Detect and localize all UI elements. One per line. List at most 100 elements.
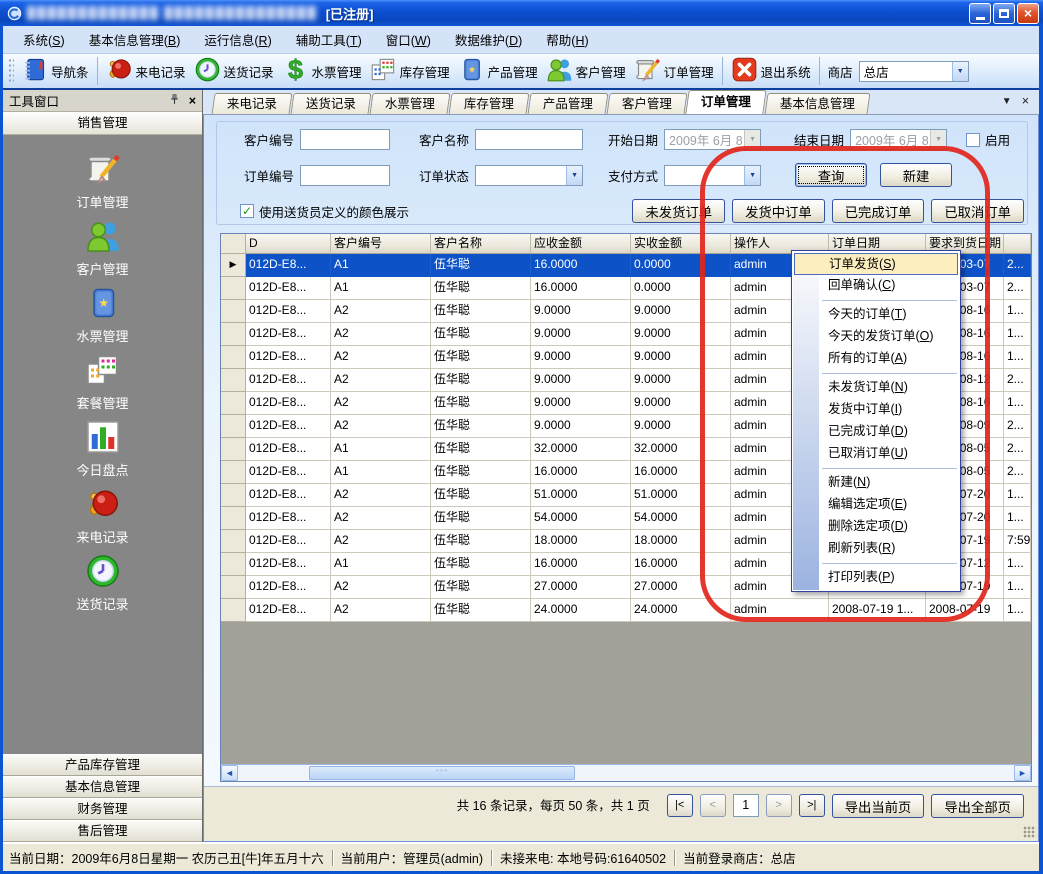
- menubar-item[interactable]: 基本信息管理(B): [77, 26, 193, 53]
- page-number-input[interactable]: 1: [733, 794, 759, 817]
- toolbar-button[interactable]: 库存管理: [366, 54, 454, 88]
- sidebar-group-bar[interactable]: 财务管理: [3, 798, 202, 820]
- context-menu-item[interactable]: 所有的订单(A): [792, 348, 960, 370]
- maximize-button[interactable]: [993, 3, 1015, 24]
- chevron-down-icon[interactable]: ▼: [952, 62, 968, 81]
- query-button[interactable]: 查询: [795, 163, 867, 187]
- table-row[interactable]: 012D-E8...A2伍华聪24.000024.0000admin2008-0…: [221, 599, 1031, 622]
- tab-item[interactable]: 客户管理: [607, 93, 688, 114]
- status-filter-button[interactable]: 发货中订单: [732, 199, 825, 223]
- export-current-page-button[interactable]: 导出当前页: [832, 794, 925, 818]
- sidebar-item[interactable]: 来电记录: [3, 486, 202, 553]
- row-selector[interactable]: ▶: [221, 254, 246, 277]
- row-selector[interactable]: [221, 346, 246, 369]
- column-header[interactable]: [1004, 234, 1031, 254]
- context-menu-item[interactable]: 发货中订单(I): [792, 399, 960, 421]
- status-filter-button[interactable]: 已完成订单: [832, 199, 925, 223]
- toolbar-button[interactable]: 送货记录: [190, 54, 278, 88]
- tab-dropdown-icon[interactable]: ▼: [1002, 96, 1012, 107]
- toolbar-button[interactable]: 退出系统: [727, 54, 815, 88]
- row-selector[interactable]: [221, 392, 246, 415]
- toolbar-button[interactable]: 订单管理: [630, 54, 718, 88]
- sidebar-close-icon[interactable]: ×: [189, 94, 196, 108]
- column-header[interactable]: 应收金额: [531, 234, 631, 254]
- toolbar-button[interactable]: $水票管理: [278, 54, 366, 88]
- color-checkbox[interactable]: ✓: [240, 204, 254, 218]
- menubar-item[interactable]: 系统(S): [11, 26, 77, 53]
- sidebar-group-bar[interactable]: 售后管理: [3, 820, 202, 842]
- customer-no-input[interactable]: [300, 129, 390, 150]
- sidebar-item[interactable]: 今日盘点: [3, 419, 202, 486]
- column-header[interactable]: 客户名称: [431, 234, 531, 254]
- toolbar-button[interactable]: 导航条: [17, 54, 93, 88]
- row-selector[interactable]: [221, 323, 246, 346]
- context-menu-item[interactable]: 今天的订单(T): [792, 304, 960, 326]
- row-selector[interactable]: [221, 507, 246, 530]
- context-menu-item[interactable]: 订单发货(S): [794, 253, 958, 275]
- sidebar-item[interactable]: 套餐管理: [3, 352, 202, 419]
- toolbar-button[interactable]: 客户管理: [542, 54, 630, 88]
- menubar-item[interactable]: 运行信息(R): [192, 26, 283, 53]
- context-menu-item[interactable]: 已取消订单(U): [792, 443, 960, 465]
- sidebar-item[interactable]: 客户管理: [3, 218, 202, 285]
- next-page-button[interactable]: >: [766, 794, 792, 817]
- row-selector[interactable]: [221, 530, 246, 553]
- context-menu-item[interactable]: 打印列表(P): [792, 567, 960, 589]
- tab-item[interactable]: 基本信息管理: [765, 93, 871, 114]
- column-header[interactable]: 客户编号: [331, 234, 431, 254]
- context-menu-item[interactable]: 已完成订单(D): [792, 421, 960, 443]
- column-header[interactable]: 实收金额: [631, 234, 731, 254]
- menubar-item[interactable]: 数据维护(D): [443, 26, 534, 53]
- pay-method-select[interactable]: ▼: [664, 165, 761, 186]
- first-page-button[interactable]: |<: [667, 794, 693, 817]
- tab-item[interactable]: 来电记录: [212, 93, 293, 114]
- close-button[interactable]: ×: [1017, 3, 1039, 24]
- sidebar-group-bar[interactable]: 基本信息管理: [3, 776, 202, 798]
- toolbar-button[interactable]: 来电记录: [102, 54, 190, 88]
- row-selector[interactable]: [221, 599, 246, 622]
- tab-item[interactable]: 送货记录: [291, 93, 372, 114]
- end-date-picker[interactable]: 2009年 6月 8日▼: [850, 129, 947, 150]
- row-selector[interactable]: [221, 438, 246, 461]
- sidebar-item[interactable]: 订单管理: [3, 151, 202, 218]
- sidebar-group-bar[interactable]: 产品库存管理: [3, 754, 202, 776]
- row-selector[interactable]: [221, 576, 246, 599]
- scrollbar-thumb[interactable]: [309, 766, 575, 780]
- context-menu-item[interactable]: 今天的发货订单(O): [792, 326, 960, 348]
- row-selector[interactable]: [221, 300, 246, 323]
- tab-item[interactable]: 库存管理: [449, 93, 530, 114]
- menubar-item[interactable]: 辅助工具(T): [284, 26, 374, 53]
- status-filter-button[interactable]: 已取消订单: [931, 199, 1024, 223]
- scroll-right-icon[interactable]: ►: [1014, 765, 1031, 781]
- tab-active[interactable]: 订单管理: [685, 90, 766, 114]
- resize-grip[interactable]: [1023, 826, 1035, 838]
- context-menu-item[interactable]: 回单确认(C): [792, 275, 960, 297]
- context-menu-item[interactable]: 刷新列表(R): [792, 538, 960, 560]
- tab-item[interactable]: 水票管理: [370, 93, 451, 114]
- customer-name-input[interactable]: [475, 129, 583, 150]
- tab-close-icon[interactable]: ×: [1022, 94, 1029, 108]
- horizontal-scrollbar[interactable]: ◄ ►: [221, 764, 1031, 781]
- row-selector[interactable]: [221, 277, 246, 300]
- menubar-item[interactable]: 帮助(H): [534, 26, 600, 53]
- minimize-button[interactable]: [969, 3, 991, 24]
- scroll-left-icon[interactable]: ◄: [221, 765, 238, 781]
- context-menu-item[interactable]: 未发货订单(N): [792, 377, 960, 399]
- toolbar-button[interactable]: ★产品管理: [454, 54, 542, 88]
- sidebar-item[interactable]: 送货记录: [3, 553, 202, 620]
- row-selector[interactable]: [221, 484, 246, 507]
- menubar-item[interactable]: 窗口(W): [374, 26, 443, 53]
- context-menu-item[interactable]: 新建(N): [792, 472, 960, 494]
- row-selector[interactable]: [221, 369, 246, 392]
- row-selector[interactable]: [221, 553, 246, 576]
- toolbar-grip[interactable]: [8, 58, 14, 84]
- prev-page-button[interactable]: <: [700, 794, 726, 817]
- export-all-pages-button[interactable]: 导出全部页: [931, 794, 1024, 818]
- status-filter-button[interactable]: 未发货订单: [632, 199, 725, 223]
- sidebar-group-sales[interactable]: 销售管理: [3, 112, 202, 135]
- sidebar-item[interactable]: ★水票管理: [3, 285, 202, 352]
- store-combo[interactable]: 总店▼: [859, 61, 969, 82]
- context-menu-item[interactable]: 编辑选定项(E): [792, 494, 960, 516]
- tab-item[interactable]: 产品管理: [528, 93, 609, 114]
- pin-icon[interactable]: [168, 93, 181, 109]
